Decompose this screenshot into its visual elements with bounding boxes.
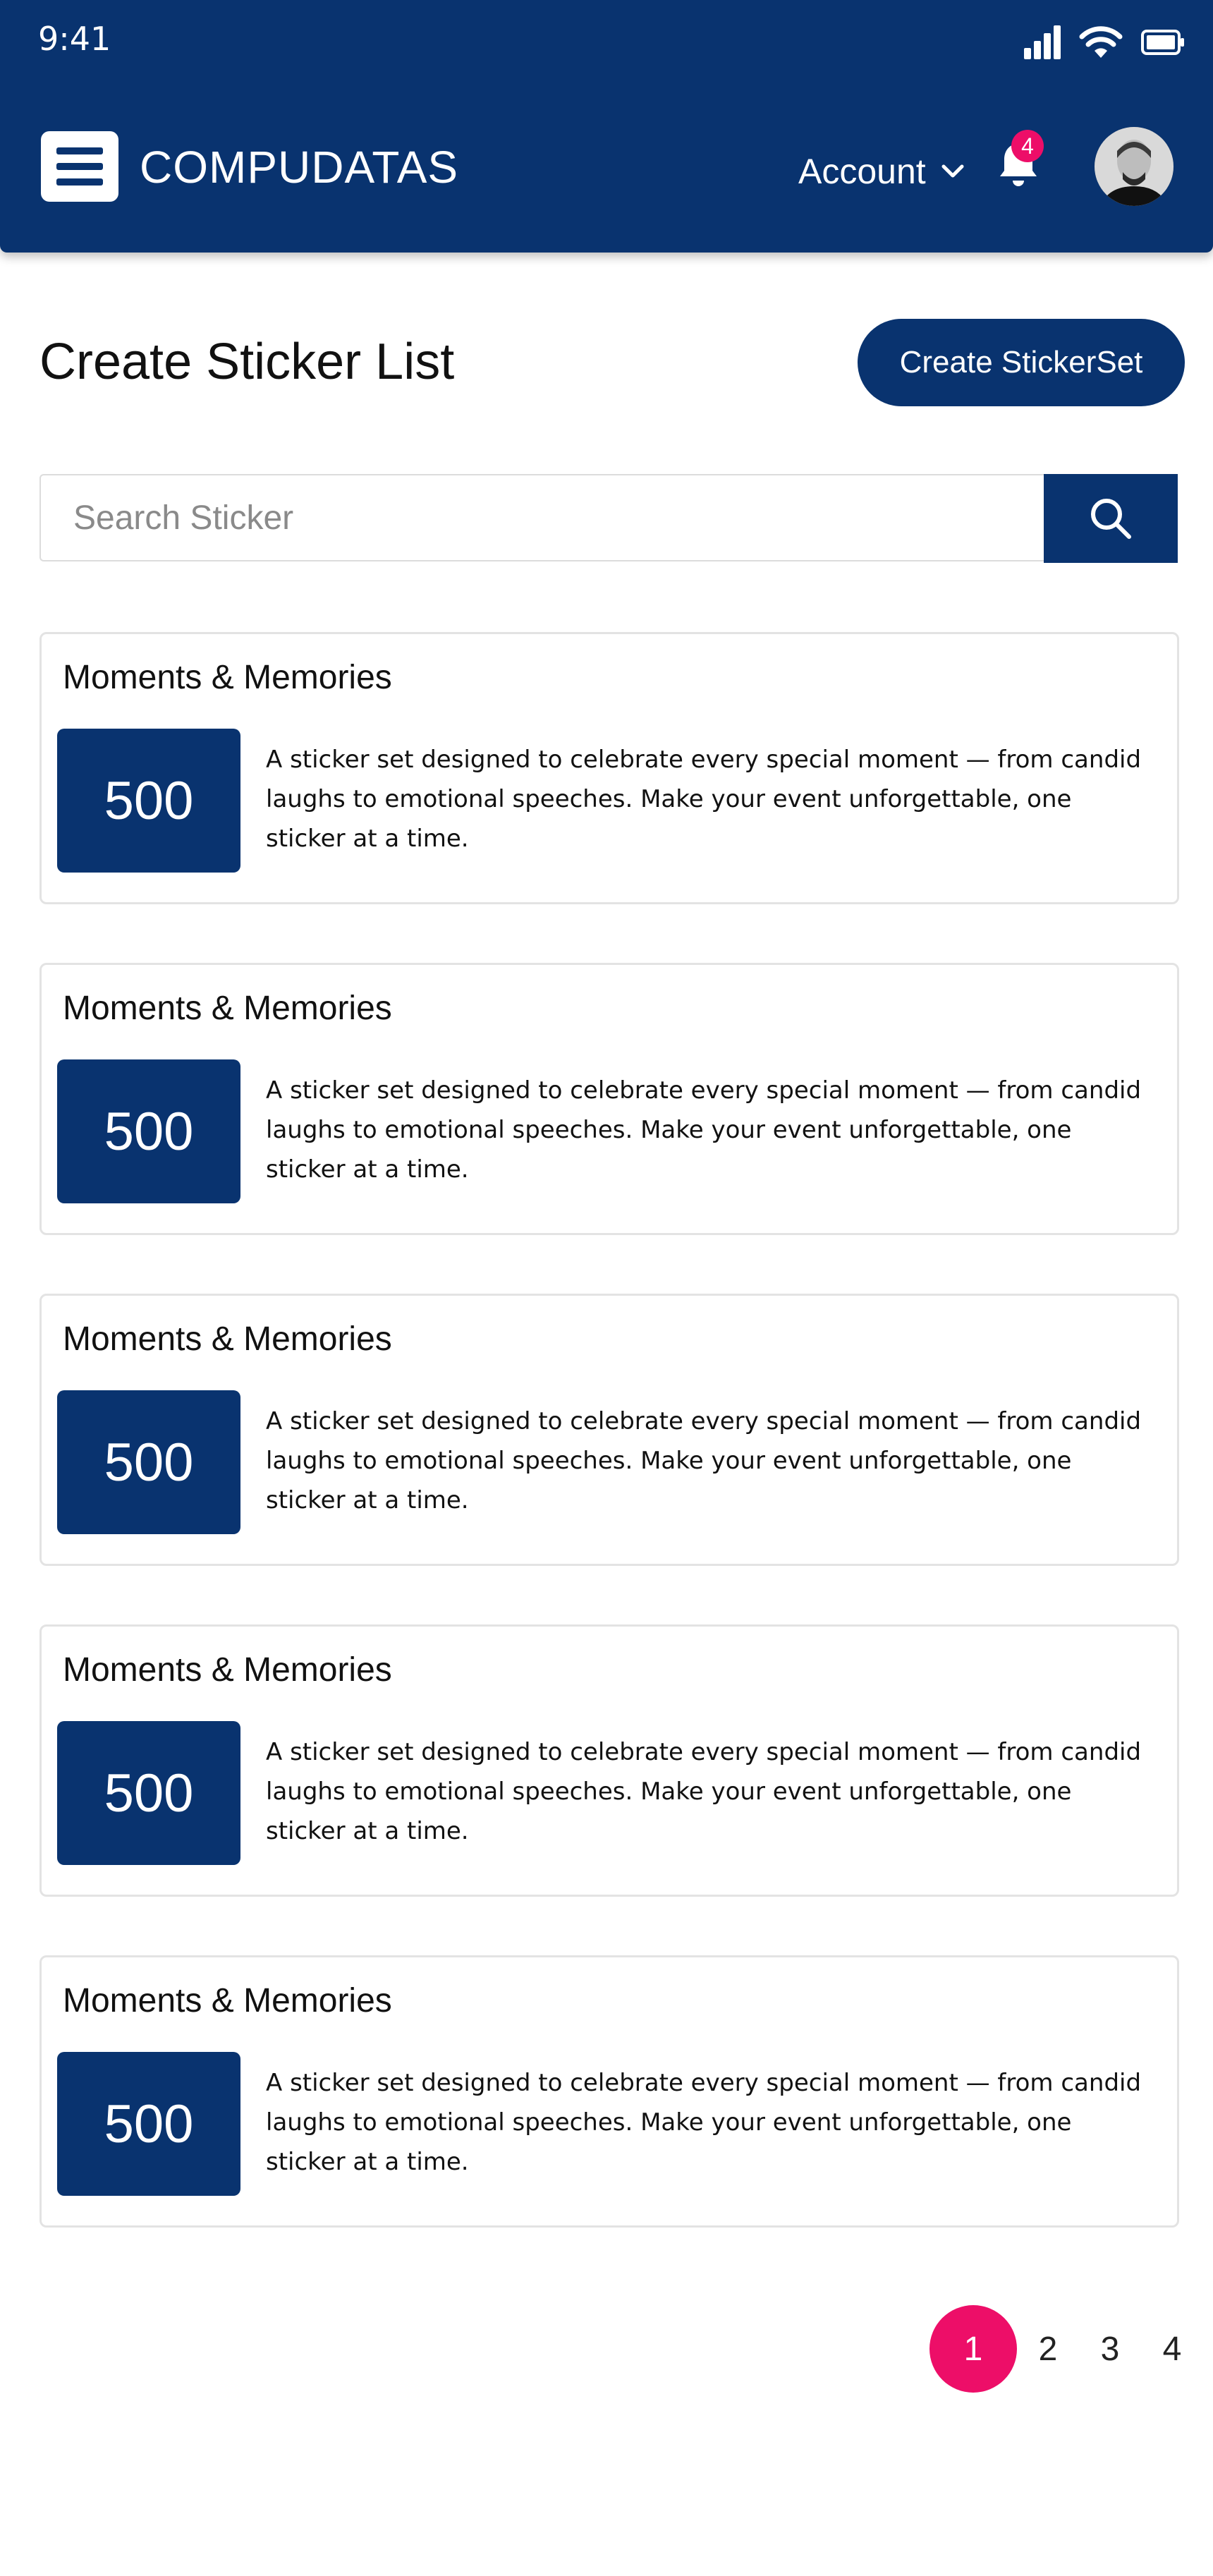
avatar[interactable] — [1095, 127, 1174, 206]
create-stickerset-button[interactable]: Create StickerSet — [858, 319, 1185, 406]
sticker-count-badge: 500 — [57, 1390, 240, 1534]
card-title: Moments & Memories — [63, 1982, 392, 2019]
app-bar: 9:41 COMPUDATAS Account 4 — [0, 0, 1213, 253]
brand-name: COMPUDATAS — [140, 142, 459, 193]
sticker-card[interactable]: Moments & Memories 500 A sticker set des… — [39, 963, 1179, 1235]
battery-icon — [1141, 30, 1184, 55]
card-description: A sticker set designed to celebrate ever… — [266, 1407, 1142, 1514]
chevron-down-icon — [941, 164, 964, 178]
status-icons — [1024, 25, 1185, 59]
sticker-card[interactable]: Moments & Memories 500 A sticker set des… — [39, 632, 1179, 904]
card-title: Moments & Memories — [63, 1651, 392, 1689]
sticker-count-badge: 500 — [57, 729, 240, 873]
search-bar — [39, 474, 1178, 564]
card-description: A sticker set designed to celebrate ever… — [266, 1076, 1142, 1184]
page-button-3[interactable]: 3 — [1079, 2305, 1141, 2393]
signal-icon — [1024, 25, 1061, 59]
search-button[interactable] — [1044, 474, 1178, 563]
avatar-image — [1095, 127, 1174, 206]
sticker-count-badge: 500 — [57, 1059, 240, 1203]
card-description: A sticker set designed to celebrate ever… — [266, 2069, 1142, 2176]
account-dropdown[interactable]: Account — [798, 151, 964, 192]
notification-badge: 4 — [1011, 130, 1044, 162]
menu-button[interactable] — [41, 131, 118, 202]
pagination: 1 2 3 4 — [929, 2305, 1203, 2393]
menu-icon — [56, 147, 103, 186]
card-title: Moments & Memories — [63, 659, 392, 696]
wifi-icon — [1079, 26, 1123, 58]
sticker-count-badge: 500 — [57, 2052, 240, 2196]
search-input[interactable] — [39, 474, 1044, 561]
sticker-list: Moments & Memories 500 A sticker set des… — [39, 632, 1179, 2286]
page: 9:41 COMPUDATAS Account 4 Create Sticker… — [0, 0, 1213, 2576]
search-icon — [1091, 499, 1131, 539]
account-label: Account — [798, 152, 926, 191]
card-title: Moments & Memories — [63, 1320, 392, 1358]
sticker-card[interactable]: Moments & Memories 500 A sticker set des… — [39, 1955, 1179, 2228]
page-button-2[interactable]: 2 — [1017, 2305, 1079, 2393]
page-button-1[interactable]: 1 — [929, 2305, 1017, 2393]
sticker-card[interactable]: Moments & Memories 500 A sticker set des… — [39, 1624, 1179, 1897]
page-button-4[interactable]: 4 — [1141, 2305, 1203, 2393]
page-title: Create Sticker List — [39, 334, 455, 390]
card-title: Moments & Memories — [63, 990, 392, 1027]
status-time: 9:41 — [38, 20, 111, 58]
sticker-card[interactable]: Moments & Memories 500 A sticker set des… — [39, 1294, 1179, 1566]
card-description: A sticker set designed to celebrate ever… — [266, 1738, 1142, 1845]
card-description: A sticker set designed to celebrate ever… — [266, 746, 1142, 853]
sticker-count-badge: 500 — [57, 1721, 240, 1865]
